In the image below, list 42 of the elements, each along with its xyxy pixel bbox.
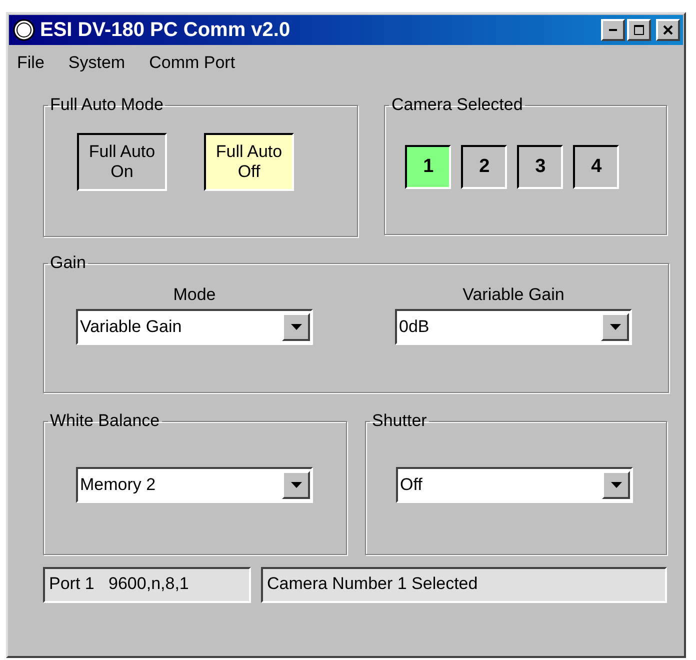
group-title: Camera Selected [390, 95, 524, 115]
close-button[interactable] [656, 19, 680, 41]
field-label: Variable Gain [462, 285, 564, 305]
toggle-button[interactable]: Full Auto On [77, 133, 167, 191]
dropdown[interactable]: Memory 2 [76, 467, 313, 503]
maximize-button[interactable] [627, 19, 651, 41]
caret-icon [610, 482, 622, 488]
toggle-button[interactable]: Full Auto Off [204, 133, 294, 191]
menu-item[interactable]: File [17, 53, 44, 77]
dropdown[interactable]: Off [396, 467, 633, 503]
dropdown-arrow-button[interactable] [282, 471, 310, 499]
status-panel: Camera Number 1 Selected [261, 567, 667, 603]
dropdown-arrow-button[interactable] [601, 313, 629, 341]
dropdown-value: Variable Gain [80, 317, 183, 337]
minimize-button[interactable] [601, 19, 625, 41]
camera-button[interactable]: 4 [573, 145, 620, 189]
dropdown-value: Off [400, 475, 424, 495]
dropdown-value: Memory 2 [80, 475, 157, 495]
caret-icon [290, 482, 302, 488]
caret-icon [610, 324, 620, 330]
close-icon [663, 25, 673, 35]
dropdown-arrow-button[interactable] [282, 313, 310, 341]
camera-button[interactable]: 1 [405, 145, 452, 189]
dropdown[interactable]: Variable Gain [76, 309, 313, 345]
group-title: Gain [49, 253, 87, 273]
menu-item[interactable]: Comm Port [149, 53, 236, 77]
dropdown-value: 0dB [399, 317, 430, 337]
dropdown[interactable]: 0dB [395, 309, 632, 345]
group-title: Shutter [371, 411, 428, 431]
camera-button[interactable]: 2 [461, 145, 508, 189]
camera-button[interactable]: 3 [517, 145, 564, 189]
maximize-icon [634, 25, 644, 35]
field-label: Mode [173, 285, 216, 305]
dropdown-arrow-button[interactable] [602, 471, 630, 499]
window-title: ESI DV-180 PC Comm v2.0 [40, 18, 292, 42]
menu-item[interactable]: System [68, 53, 126, 77]
group-title: White Balance [49, 411, 161, 431]
minimize-icon [609, 29, 617, 31]
group-title: Full Auto Mode [49, 95, 164, 115]
caret-icon [290, 324, 302, 330]
logo-icon [12, 18, 36, 42]
status-panel: Port 1 9600,n,8,1 [43, 567, 251, 603]
